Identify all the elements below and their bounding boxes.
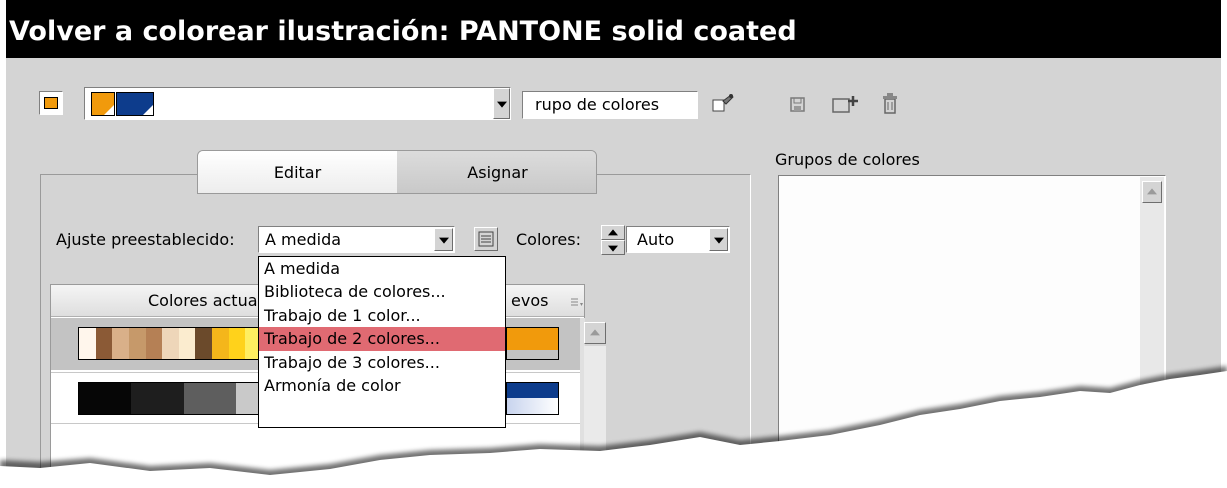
torn-edge	[0, 366, 1227, 488]
